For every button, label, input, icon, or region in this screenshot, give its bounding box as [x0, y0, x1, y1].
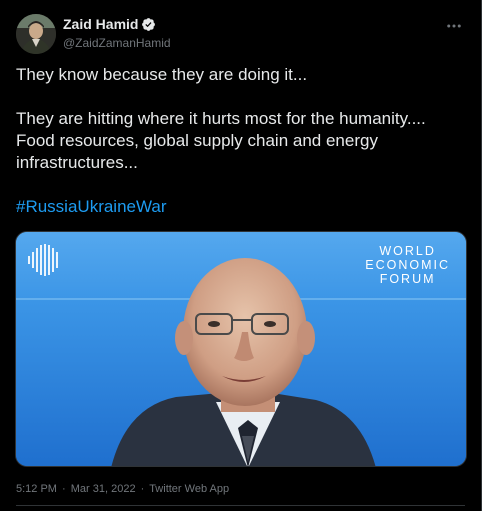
tweet-header: Zaid Hamid @ZaidZamanHamid: [16, 12, 466, 56]
tweet-source[interactable]: Twitter Web App: [149, 483, 229, 495]
tweet-paragraph: They are hitting where it hurts most for…: [16, 109, 426, 172]
verified-badge-icon: [141, 17, 156, 32]
tweet-paragraph: They know because they are doing it...: [16, 65, 308, 84]
display-name-row: Zaid Hamid: [63, 15, 171, 33]
more-options-button[interactable]: [442, 16, 466, 40]
meta-separator: ·: [62, 483, 66, 495]
wef-logo-line: ECONOMIC: [365, 258, 450, 272]
author-handle[interactable]: @ZaidZamanHamid: [63, 34, 171, 52]
display-name[interactable]: Zaid Hamid: [63, 15, 138, 33]
tweet-meta: 5:12 PM · Mar 31, 2022 · Twitter Web App: [16, 482, 229, 496]
author-names: Zaid Hamid @ZaidZamanHamid: [63, 15, 171, 52]
wef-logo: WORLD ECONOMIC FORUM: [365, 244, 450, 286]
wef-logo-line: WORLD: [379, 244, 436, 258]
divider: [16, 505, 465, 506]
hashtag-link[interactable]: #RussiaUkraineWar: [16, 197, 167, 216]
ellipsis-icon: [445, 17, 463, 40]
tweet-card: Zaid Hamid @ZaidZamanHamid They know bec…: [0, 0, 482, 511]
tweet-time[interactable]: 5:12 PM: [16, 483, 57, 495]
tweet-text: They know because they are doing it... T…: [16, 64, 466, 218]
hashtag-paragraph: #RussiaUkraineWar: [16, 196, 466, 218]
avatar[interactable]: [16, 14, 56, 54]
tweet-date[interactable]: Mar 31, 2022: [71, 483, 136, 495]
meta-separator: ·: [140, 483, 145, 495]
wef-logo-line: FORUM: [379, 272, 436, 286]
video-thumbnail[interactable]: WORLD ECONOMIC FORUM: [15, 231, 467, 467]
